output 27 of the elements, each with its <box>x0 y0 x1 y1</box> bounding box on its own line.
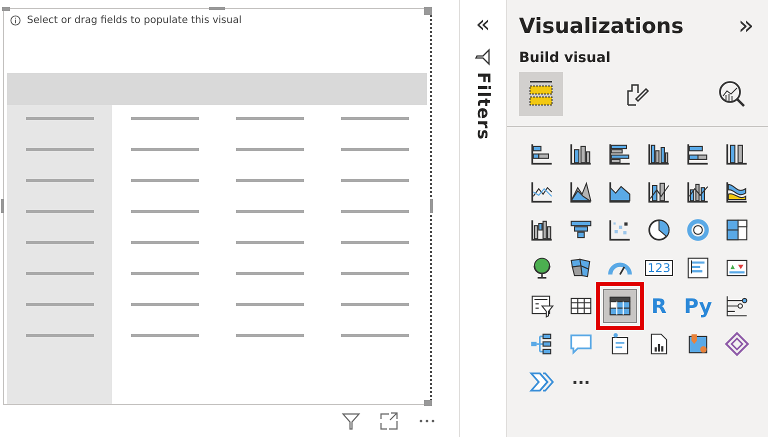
build-visual-label: Build visual <box>519 50 612 66</box>
resize-handle[interactable] <box>424 7 432 15</box>
diamond-icon <box>724 331 750 357</box>
slicer-icon <box>529 293 555 319</box>
filter-icon[interactable] <box>341 411 361 431</box>
resize-handle[interactable] <box>1 199 4 213</box>
resize-handle[interactable] <box>424 400 432 406</box>
multi-row-card-icon <box>685 255 711 281</box>
pie-chart-icon <box>646 217 672 243</box>
info-icon <box>10 14 21 26</box>
collapse-filters-button[interactable]: « <box>476 14 490 34</box>
filter-icon <box>474 48 492 66</box>
expand-pane-button[interactable]: » <box>738 15 754 37</box>
focus-mode-icon[interactable] <box>379 411 399 431</box>
card-visual-button[interactable]: 123 <box>642 251 676 285</box>
build-visual-tab[interactable] <box>519 72 563 116</box>
visual-card[interactable]: Select or drag fields to populate this visual <box>3 8 432 405</box>
treemap-icon <box>724 217 750 243</box>
filters-pane-title[interactable]: Filters <box>473 72 493 140</box>
visualizations-pane-title: Visualizations <box>519 14 684 38</box>
resize-handle[interactable] <box>430 199 433 213</box>
resize-handle[interactable] <box>209 7 225 10</box>
more-visuals-button[interactable]: ··· <box>564 365 598 399</box>
donut-chart-icon <box>685 217 711 243</box>
resize-handle[interactable] <box>2 7 10 11</box>
analytics-icon <box>717 79 747 109</box>
visual-hint: Select or drag fields to populate this visual <box>27 14 242 26</box>
